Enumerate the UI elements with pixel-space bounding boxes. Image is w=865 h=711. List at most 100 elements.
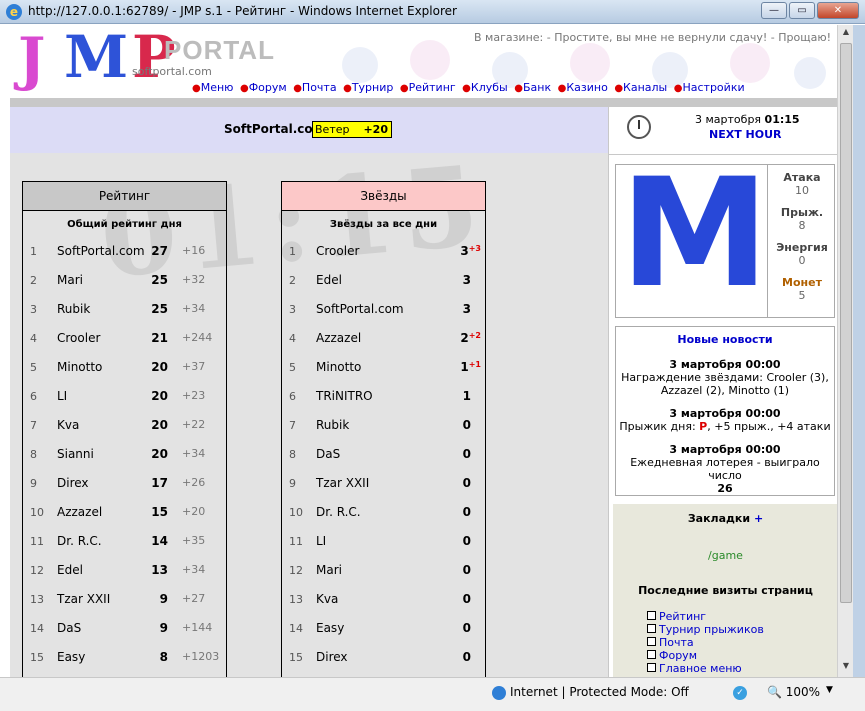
menu-item[interactable]: Банк (523, 81, 551, 94)
score: 13 (151, 563, 168, 577)
list-item: 15 Direx 0 (282, 645, 485, 674)
news-date: 3 мартобря 00:00 (669, 358, 781, 371)
scroll-thumb[interactable] (840, 43, 852, 603)
close-button[interactable]: ✕ (817, 2, 859, 19)
scroll-down-icon[interactable]: ▼ (840, 661, 852, 675)
zoom-level[interactable]: 🔍 100% (767, 685, 820, 699)
player-name[interactable]: Direx (316, 650, 348, 664)
player-name[interactable]: Mari (316, 563, 342, 577)
logo-letter-m: M (64, 25, 129, 91)
player-name[interactable]: Sianni (57, 447, 94, 461)
clock-date: 3 мартобря (695, 113, 762, 126)
stars-panel: Звёзды Звёзды за все дни 1 Crooler 3+3 2 Ede… (281, 181, 486, 677)
player-name[interactable]: Kva (57, 418, 79, 432)
player-name[interactable]: Edel (316, 273, 342, 287)
news-title[interactable]: Новые новости (616, 333, 834, 346)
score: 25 (151, 302, 168, 316)
player-name[interactable]: Kva (316, 592, 338, 606)
clock-box: 3 мартобря 01:15 NEXT HOUR (609, 107, 837, 155)
score: 0 (462, 534, 471, 548)
player-name[interactable]: Minotto (57, 360, 102, 374)
player-name[interactable]: Azzazel (57, 505, 102, 519)
visit-link[interactable]: Почта (647, 636, 764, 649)
stat-attack-label: Атака (783, 171, 821, 184)
rank: 1 (289, 245, 296, 258)
wind-badge: Ветер +20 (312, 121, 392, 138)
menu-item[interactable]: Клубы (471, 81, 508, 94)
security-zone[interactable]: Internet | Protected Mode: Off (510, 685, 689, 699)
scroll-up-icon[interactable]: ▲ (840, 27, 852, 41)
player-name[interactable]: Easy (57, 650, 85, 664)
list-item: 13 Kva 0 (282, 587, 485, 616)
menu-item[interactable]: Рейтинг (409, 81, 456, 94)
player-name[interactable]: Direx (57, 476, 89, 490)
menu-item[interactable]: Меню (201, 81, 234, 94)
menu-item[interactable]: Казино (566, 81, 607, 94)
score: 3+3 (460, 244, 481, 258)
maximize-button[interactable]: ▭ (789, 2, 815, 19)
score: 0 (462, 592, 471, 606)
menu-item[interactable]: Турнир (352, 81, 394, 94)
score: 0 (462, 505, 471, 519)
list-item: 6 TRiNITRO 1 (282, 384, 485, 413)
visit-link[interactable]: Турнир прыжиков (647, 623, 764, 636)
visit-link[interactable]: Форум (647, 649, 764, 662)
menu-item[interactable]: Настройки (682, 81, 744, 94)
visit-link[interactable]: Главное меню (647, 662, 764, 675)
player-name[interactable]: LI (316, 534, 326, 548)
security-icon[interactable]: ✓ (733, 686, 747, 700)
score: 0 (462, 563, 471, 577)
rank: 7 (289, 419, 296, 432)
delta: +37 (182, 360, 206, 373)
player-name[interactable]: DaS (316, 447, 340, 461)
player-name[interactable]: TRiNITRO (316, 389, 373, 403)
visits-list: Рейтинг Турнир прыжиков Почта Форум Глав… (647, 610, 764, 675)
player-name[interactable]: LI (57, 389, 67, 403)
list-item: 13 Tzar XXII 9 +27 (23, 587, 226, 616)
score: 1+1 (460, 360, 481, 374)
player-name[interactable]: Azzazel (316, 331, 361, 345)
player-name[interactable]: Mari (57, 273, 83, 287)
menu-item[interactable]: Почта (302, 81, 337, 94)
rank: 14 (289, 622, 303, 635)
logo-portal-text: PORTAL (164, 35, 275, 65)
score: 9 (159, 592, 168, 606)
list-item: 14 Easy 0 (282, 616, 485, 645)
list-item: 15 Easy 8 +1203 (23, 645, 226, 674)
zoom-dropdown-icon[interactable]: ▼ (826, 685, 833, 695)
player-name[interactable]: Rubik (316, 418, 349, 432)
add-bookmark-button[interactable]: + (754, 512, 763, 525)
news-text: Ежедневная лотерея - выиграло число (630, 456, 820, 482)
next-hour-link[interactable]: NEXT HOUR (709, 128, 782, 141)
player-name[interactable]: Crooler (316, 244, 359, 258)
player-name[interactable]: SoftPortal.com (316, 302, 404, 316)
rank: 3 (289, 303, 296, 316)
news-box: Новые новости 3 мартобря 00:00 Награжден… (615, 326, 835, 496)
player-name[interactable]: DaS (57, 621, 81, 635)
stat-jump-label: Прыж. (780, 206, 824, 219)
player-name[interactable]: Edel (57, 563, 83, 577)
vertical-scrollbar[interactable]: ▲ ▼ (837, 25, 853, 677)
player-name[interactable]: Tzar XXII (57, 592, 110, 606)
player-name[interactable]: SoftPortal.com (57, 244, 145, 258)
rank: 11 (30, 535, 44, 548)
stat-coins-label: Монет (782, 276, 822, 289)
player-name[interactable]: Tzar XXII (316, 476, 369, 490)
rank: 9 (30, 477, 37, 490)
player-name[interactable]: Minotto (316, 360, 361, 374)
player-name[interactable]: Rubik (57, 302, 90, 316)
score: 0 (462, 447, 471, 461)
player-name[interactable]: Dr. R.C. (57, 534, 102, 548)
stat-coins-value: 5 (798, 289, 806, 302)
player-name[interactable]: Dr. R.C. (316, 505, 361, 519)
menu-item[interactable]: Форум (249, 81, 287, 94)
list-item: 6 LI 20 +23 (23, 384, 226, 413)
menu-item[interactable]: Каналы (623, 81, 667, 94)
minimize-button[interactable]: — (761, 2, 787, 19)
player-name[interactable]: Crooler (57, 331, 100, 345)
visit-link[interactable]: Рейтинг (647, 610, 764, 623)
bookmark-link[interactable]: /game (613, 549, 837, 562)
rank: 6 (289, 390, 296, 403)
player-name[interactable]: Easy (316, 621, 344, 635)
logo-letter-j: J (18, 25, 46, 93)
